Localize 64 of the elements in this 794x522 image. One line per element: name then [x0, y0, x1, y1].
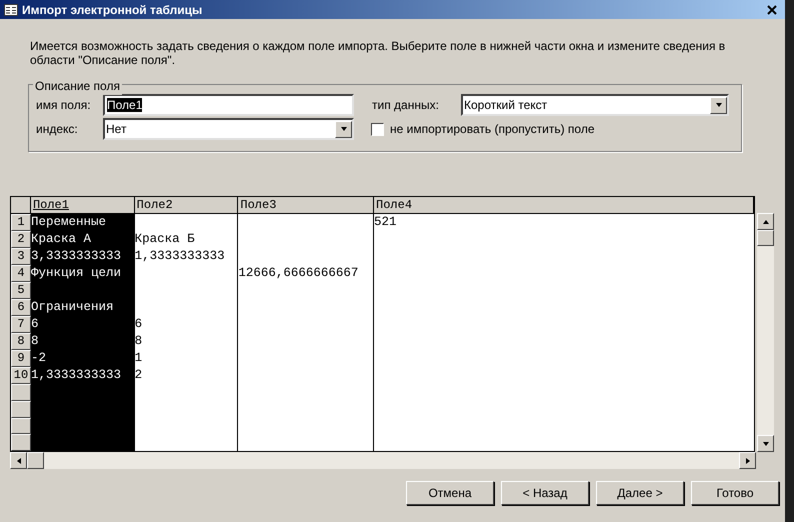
row-number: 5: [11, 282, 31, 299]
dropdown-value: Короткий текст: [463, 97, 548, 114]
scroll-up-button[interactable]: [757, 213, 774, 230]
scroll-left-button[interactable]: [10, 452, 27, 469]
index-label: индекс:: [36, 121, 79, 138]
scroll-thumb[interactable]: [757, 230, 774, 246]
up-arrow-icon: [762, 218, 770, 226]
table-cell: Переменные: [30, 214, 135, 231]
field-name-input[interactable]: Поле1: [103, 94, 354, 116]
table-cell: Краска Б: [134, 231, 195, 248]
column-header[interactable]: Поле1: [30, 197, 135, 213]
table-cell: 1,3333333333: [134, 248, 225, 265]
dialog-button[interactable]: Готово: [691, 481, 779, 505]
table-cell: 8: [134, 333, 142, 350]
field-name-value: Поле1: [107, 98, 142, 112]
row-number: 7: [11, 316, 31, 333]
row-number: 1: [11, 214, 31, 231]
dialog-button[interactable]: Отмена: [406, 481, 494, 505]
table-icon: [4, 4, 18, 16]
dialog-button[interactable]: Далее >: [596, 481, 684, 505]
table-cell: 8: [30, 333, 135, 350]
right-arrow-icon: [744, 456, 752, 464]
horizontal-scrollbar[interactable]: [10, 452, 756, 469]
table-cell: 6: [30, 316, 135, 333]
data-type-label: тип данных:: [372, 97, 440, 114]
scroll-right-button[interactable]: [739, 452, 756, 469]
row-number: 10: [11, 367, 31, 384]
index-dropdown[interactable]: Нет: [103, 118, 354, 140]
data-type-dropdown[interactable]: Короткий текст: [461, 94, 729, 116]
row-number: 8: [11, 333, 31, 350]
table-cell: Краска А: [30, 231, 135, 248]
dropdown-value: Нет: [105, 121, 128, 138]
row-number: 6: [11, 299, 31, 316]
down-arrow-icon: [762, 440, 770, 448]
dialog-button[interactable]: < Назад: [501, 481, 589, 505]
instructions-text: Имеется возможность задать сведения о каждом поле импорта. Выберите поле в нижней части окна и измените сведения в области "Описание поля".: [30, 39, 726, 67]
table-cell: 1: [134, 350, 142, 367]
column-header[interactable]: Поле3: [238, 197, 374, 213]
table-cell: Функция цели: [30, 265, 135, 282]
skip-field-label: не импортировать (пропустить) поле: [390, 121, 595, 138]
table-cell: 12666,6666666667: [238, 265, 358, 282]
dropdown-arrow-icon: [340, 125, 348, 133]
row-number: 3: [11, 248, 31, 265]
table-cell: 2: [134, 367, 142, 384]
column-header[interactable]: Поле4: [374, 197, 754, 213]
table-cell: 6: [134, 316, 142, 333]
field-name-label: имя поля:: [36, 97, 92, 114]
row-number: 4: [11, 265, 31, 282]
row-number: 9: [11, 350, 31, 367]
table-cell: 521: [374, 214, 397, 231]
table-cell: 1,3333333333: [30, 367, 135, 384]
table-cell: -2: [30, 350, 135, 367]
table-cell: Ограничения: [30, 299, 135, 316]
left-arrow-icon: [14, 456, 22, 464]
row-number: 2: [11, 231, 31, 248]
window-title: Импорт электронной таблицы: [22, 2, 204, 18]
scroll-down-button[interactable]: [757, 435, 774, 452]
close-icon[interactable]: [767, 4, 777, 14]
scroll-thumb[interactable]: [27, 452, 44, 469]
skip-checkbox[interactable]: [371, 122, 384, 136]
dropdown-arrow-icon: [714, 101, 722, 109]
table-cell: 3,3333333333: [30, 248, 135, 265]
column-header[interactable]: Поле2: [134, 197, 238, 213]
vertical-scrollbar[interactable]: [757, 213, 774, 452]
